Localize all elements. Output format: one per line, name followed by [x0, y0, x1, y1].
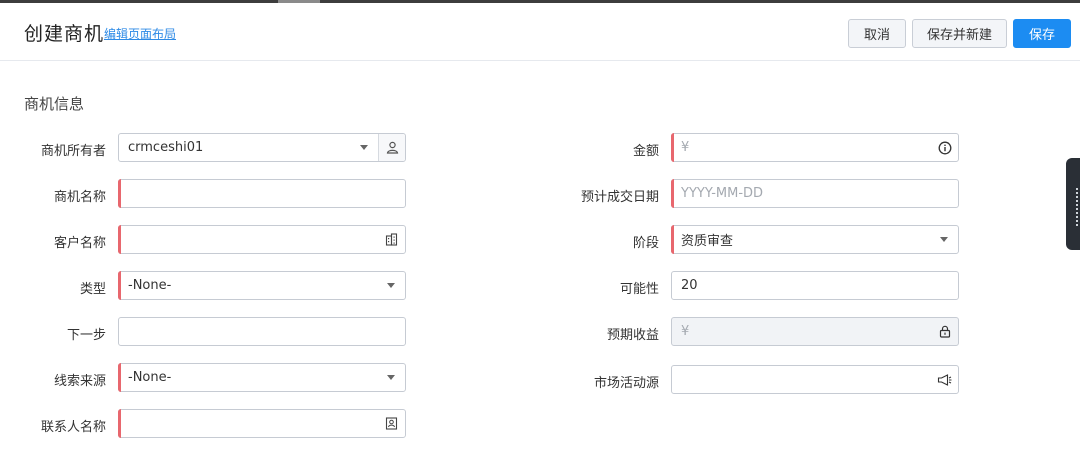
section-title: 商机信息 [24, 95, 85, 113]
amount-input[interactable]: ¥ [671, 133, 959, 162]
stage-value: 资质审查 [681, 234, 734, 249]
lead-source-select[interactable]: -None- [118, 363, 406, 392]
lead-source-label: 线索来源 [53, 374, 106, 389]
type-label: 类型 [79, 282, 106, 297]
megaphone-icon[interactable] [931, 366, 958, 393]
owner-value: crmceshi01 [128, 140, 204, 155]
contact-name-input[interactable] [118, 409, 406, 438]
chevron-down-icon[interactable] [940, 237, 948, 242]
probability-value: 20 [681, 278, 698, 293]
customer-name-label: 客户名称 [53, 236, 106, 251]
building-icon[interactable] [378, 226, 405, 253]
lock-icon [931, 318, 958, 345]
close-date-label: 预计成交日期 [580, 190, 659, 205]
chevron-down-icon[interactable] [387, 375, 395, 380]
next-step-input[interactable] [118, 317, 406, 346]
contact-card-icon[interactable] [378, 410, 405, 437]
edit-layout-link[interactable]: 编辑页面布局 [104, 25, 176, 42]
customer-name-input[interactable] [118, 225, 406, 254]
expected-revenue-label: 预期收益 [606, 328, 659, 343]
close-date-placeholder: YYYY-MM-DD [681, 186, 764, 201]
chevron-down-icon[interactable] [360, 145, 368, 150]
owner-select[interactable]: crmceshi01 [118, 133, 406, 162]
lead-source-value: -None- [128, 370, 172, 385]
stage-label: 阶段 [632, 236, 659, 251]
campaign-source-input[interactable] [671, 365, 959, 394]
close-date-input[interactable]: YYYY-MM-DD [671, 179, 959, 208]
owner-label: 商机所有者 [40, 144, 106, 159]
type-value: -None- [128, 278, 172, 293]
save-button[interactable]: 保存 [1013, 19, 1071, 48]
amount-label: 金额 [632, 144, 659, 159]
campaign-source-label: 市场活动源 [593, 376, 659, 391]
opportunity-name-input[interactable] [118, 179, 406, 208]
person-icon[interactable] [378, 134, 405, 161]
cancel-button[interactable]: 取消 [848, 19, 906, 48]
type-select[interactable]: -None- [118, 271, 406, 300]
page-title: 创建商机 [24, 23, 105, 45]
stage-select[interactable]: 资质审查 [671, 225, 959, 254]
drag-grip-icon [1076, 188, 1078, 226]
probability-label: 可能性 [619, 282, 659, 297]
save-and-new-button[interactable]: 保存并新建 [912, 19, 1007, 48]
info-icon[interactable] [931, 134, 958, 161]
expected-revenue-input: ¥ [671, 317, 959, 346]
currency-prefix: ¥ [681, 140, 690, 155]
contact-name-label: 联系人名称 [40, 420, 106, 435]
page-header: 创建商机 编辑页面布局 取消 保存并新建 保存 [0, 3, 1080, 61]
chevron-down-icon[interactable] [387, 283, 395, 288]
probability-input[interactable]: 20 [671, 271, 959, 300]
currency-prefix: ¥ [681, 324, 690, 339]
opportunity-name-label: 商机名称 [53, 190, 106, 205]
next-step-label: 下一步 [66, 328, 106, 343]
side-panel-handle[interactable] [1066, 158, 1080, 250]
